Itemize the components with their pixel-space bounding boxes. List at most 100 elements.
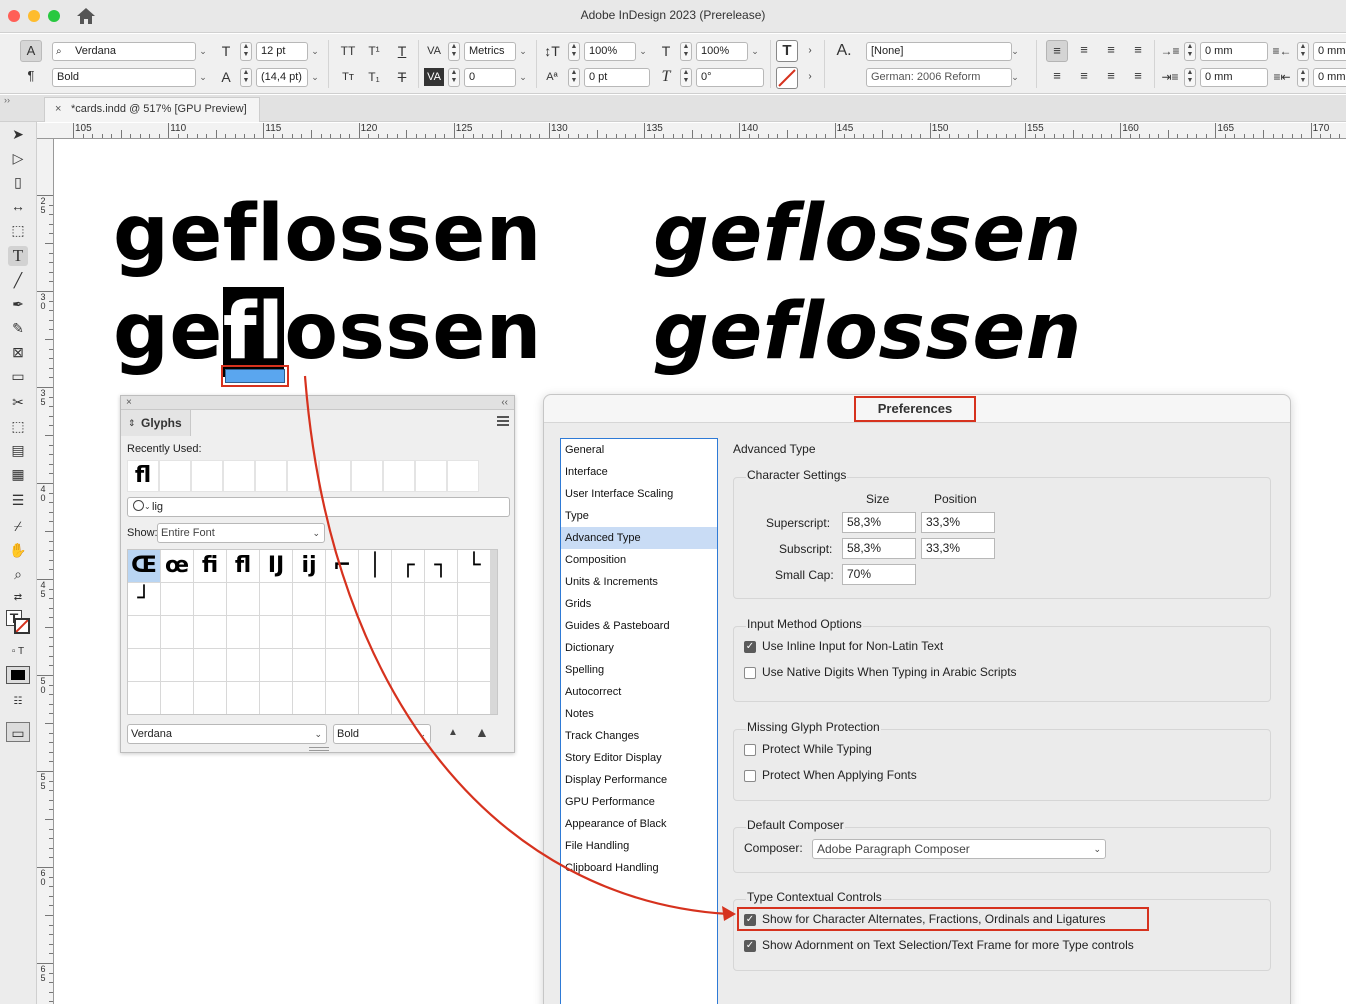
nav-item[interactable]: Display Performance bbox=[561, 769, 717, 791]
paragraph-mode-icon[interactable]: ¶ bbox=[20, 66, 42, 88]
nav-item[interactable]: Appearance of Black bbox=[561, 813, 717, 835]
recent-glyph-cell[interactable] bbox=[255, 460, 287, 492]
glyph-cell[interactable] bbox=[194, 616, 226, 648]
glyph-cell[interactable]: ┌ bbox=[392, 550, 424, 582]
leading-stepper[interactable]: ▲ ▼ bbox=[240, 68, 252, 87]
selected-ligature[interactable]: fl bbox=[222, 287, 285, 377]
recent-glyph-cell[interactable] bbox=[351, 460, 383, 492]
glyph-cell[interactable]: ﬂ bbox=[227, 550, 259, 582]
sample-text-bold-line2[interactable]: geflossen bbox=[113, 287, 542, 377]
native-digits-checkbox[interactable] bbox=[744, 667, 756, 679]
glyph-cell[interactable]: ﬁ bbox=[194, 550, 226, 582]
glyph-cell[interactable] bbox=[425, 649, 457, 681]
show-adornment-checkbox[interactable]: ✓ bbox=[744, 940, 756, 952]
recent-glyph-cell[interactable] bbox=[223, 460, 255, 492]
glyph-cell[interactable] bbox=[326, 682, 358, 714]
right-indent-stepper[interactable]: ▲ ▼ bbox=[1297, 42, 1309, 61]
search-options-chevron-icon[interactable]: ⌄ bbox=[144, 498, 151, 516]
language-field[interactable]: German: 2006 Reform bbox=[866, 68, 1012, 87]
sample-text-bold-line1[interactable]: geflossen bbox=[113, 194, 542, 274]
glyph-cell[interactable] bbox=[359, 583, 391, 615]
glyph-cell[interactable]: Œ bbox=[128, 550, 160, 582]
nav-item[interactable]: GPU Performance bbox=[561, 791, 717, 813]
nav-item[interactable]: Dictionary bbox=[561, 637, 717, 659]
tracking-field[interactable]: 0 bbox=[464, 68, 516, 87]
glyph-cell[interactable] bbox=[326, 616, 358, 648]
right-indent-field[interactable]: 0 mm bbox=[1313, 42, 1346, 61]
nav-item[interactable]: General bbox=[561, 439, 717, 461]
glyph-cell[interactable]: └ bbox=[458, 550, 490, 582]
nav-item[interactable]: File Handling bbox=[561, 835, 717, 857]
glyph-cell[interactable] bbox=[392, 649, 424, 681]
recent-glyph-cell[interactable]: ﬂ bbox=[127, 460, 159, 492]
stroke-swatch-icon[interactable] bbox=[14, 618, 30, 634]
stroke-menu-icon[interactable]: › bbox=[800, 68, 820, 86]
align-center-icon[interactable]: ≡ bbox=[1073, 40, 1095, 62]
kerning-dropdown[interactable]: ⌄ bbox=[516, 42, 530, 61]
nav-item[interactable]: Story Editor Display bbox=[561, 747, 717, 769]
subscript-size-field[interactable]: 58,3% bbox=[842, 538, 916, 559]
align-right-icon[interactable]: ≡ bbox=[1100, 40, 1122, 62]
glyph-style-select[interactable]: Bold ⌄ bbox=[333, 724, 431, 744]
panel-toggle-icon[interactable]: ⇕ bbox=[128, 410, 136, 436]
all-caps-icon[interactable]: TT bbox=[338, 42, 358, 60]
glyph-cell[interactable] bbox=[194, 649, 226, 681]
eyedropper-tool-icon[interactable]: ⌿ bbox=[8, 516, 28, 536]
glyph-cell[interactable] bbox=[458, 616, 490, 648]
glyph-cell[interactable] bbox=[326, 583, 358, 615]
nav-item[interactable]: Clipboard Handling bbox=[561, 857, 717, 879]
close-panel-icon[interactable]: × bbox=[126, 396, 132, 410]
glyph-cell[interactable]: │ bbox=[359, 550, 391, 582]
zoom-out-icon[interactable]: ▲ bbox=[448, 727, 458, 738]
small-cap-field[interactable]: 70% bbox=[842, 564, 916, 585]
show-select[interactable]: Entire Font ⌄ bbox=[157, 523, 325, 543]
skew-stepper[interactable]: ▲ ▼ bbox=[680, 68, 692, 87]
glyph-cell[interactable] bbox=[194, 682, 226, 714]
stroke-none-icon[interactable] bbox=[776, 67, 798, 89]
rectangle-tool-icon[interactable]: ▭ bbox=[8, 366, 28, 386]
glyph-cell[interactable] bbox=[260, 616, 292, 648]
nav-item[interactable]: Composition bbox=[561, 549, 717, 571]
nav-item[interactable]: Advanced Type bbox=[561, 527, 717, 549]
glyph-cell[interactable] bbox=[293, 682, 325, 714]
superscript-position-field[interactable]: 33,3% bbox=[921, 512, 995, 533]
superscript-icon[interactable]: T¹ bbox=[364, 42, 384, 60]
content-collector-icon[interactable]: ⬚ bbox=[8, 220, 28, 240]
glyph-cell[interactable] bbox=[359, 649, 391, 681]
underline-icon[interactable]: T bbox=[392, 42, 412, 60]
justify-left-icon[interactable]: ≡ bbox=[1046, 66, 1068, 88]
glyph-cell[interactable]: Ĳ bbox=[260, 550, 292, 582]
inline-input-checkbox[interactable]: ✓ bbox=[744, 641, 756, 653]
glyph-cell[interactable]: ĳ bbox=[293, 550, 325, 582]
horizontal-scale-field[interactable]: 100% bbox=[696, 42, 748, 61]
language-dropdown[interactable]: ⌄ bbox=[1008, 68, 1022, 87]
glyph-cell[interactable] bbox=[359, 682, 391, 714]
gradient-feather-tool-icon[interactable]: ▦ bbox=[8, 464, 28, 484]
gap-tool-icon[interactable]: ↔ bbox=[8, 196, 28, 216]
protect-fonts-checkbox[interactable] bbox=[744, 770, 756, 782]
font-size-stepper[interactable]: ▲ ▼ bbox=[240, 42, 252, 61]
recent-glyph-cell[interactable] bbox=[383, 460, 415, 492]
glyph-cell[interactable] bbox=[425, 682, 457, 714]
glyph-cell[interactable] bbox=[161, 649, 193, 681]
glyph-cell[interactable] bbox=[227, 616, 259, 648]
justify-right-icon[interactable]: ≡ bbox=[1127, 66, 1149, 88]
fill-menu-icon[interactable]: › bbox=[800, 42, 820, 60]
document-tab[interactable]: × *cards.indd @ 517% [GPU Preview] bbox=[44, 97, 260, 122]
glyph-font-select[interactable]: Verdana ⌄ bbox=[127, 724, 327, 744]
glyph-cell[interactable] bbox=[458, 583, 490, 615]
glyph-cell[interactable] bbox=[425, 583, 457, 615]
recent-glyph-cell[interactable] bbox=[415, 460, 447, 492]
resize-grip-icon[interactable] bbox=[309, 747, 329, 751]
note-tool-icon[interactable]: ☰ bbox=[8, 490, 28, 510]
collapse-panel-icon[interactable]: ‹‹ bbox=[501, 396, 508, 410]
glyph-cell[interactable] bbox=[227, 583, 259, 615]
glyph-cell[interactable] bbox=[392, 616, 424, 648]
glyph-cell[interactable]: ⌐ bbox=[326, 550, 358, 582]
glyph-cell[interactable] bbox=[161, 682, 193, 714]
glyph-cell[interactable] bbox=[128, 682, 160, 714]
glyph-search-input[interactable]: ⌄ lig bbox=[127, 497, 510, 517]
glyph-cell[interactable] bbox=[458, 649, 490, 681]
character-mode-icon[interactable]: A bbox=[20, 40, 42, 62]
sample-text-italic-line2[interactable]: geflossen bbox=[653, 292, 1082, 372]
